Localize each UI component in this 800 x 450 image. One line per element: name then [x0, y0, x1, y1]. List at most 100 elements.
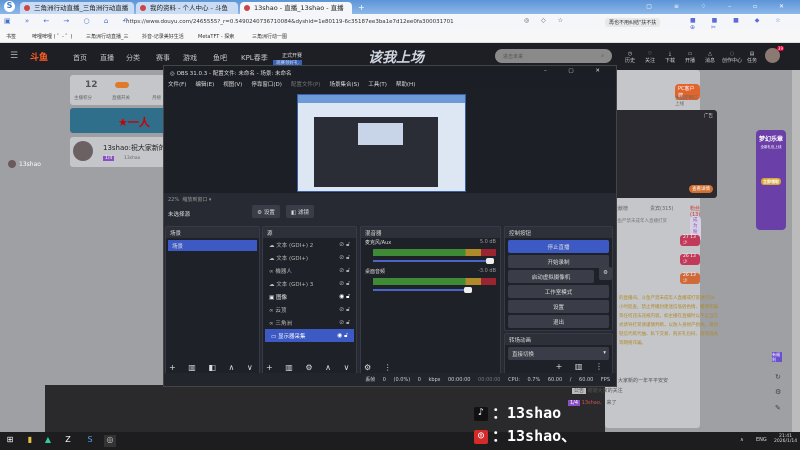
source-item[interactable]: ☁ 文本 (GDI+) 3 ⊘ 🔓︎ — [263, 277, 356, 290]
creator-center-button[interactable]: ◌ 创作中心 — [721, 51, 743, 64]
nav-home[interactable]: 首页 — [73, 53, 87, 63]
obs-preview[interactable] — [164, 89, 616, 193]
hidden-lock-icons[interactable]: ⊘ 🔓︎ — [339, 267, 350, 275]
rank-label[interactable]: 月榜 — [152, 95, 161, 101]
window-controls[interactable]: ▢ ≡ ♢ – ▫ ✕ — [646, 3, 794, 10]
gift-icon[interactable]: ↻ — [775, 373, 781, 381]
nav-fishbar[interactable]: 鱼吧 — [213, 53, 227, 63]
menu-tools[interactable]: 工具(T) — [368, 82, 387, 88]
side-game-ad[interactable]: 梦幻乐章 全新礼包上线 立即领取 — [756, 130, 786, 230]
virtual-camera-settings-icon[interactable]: ⚙ — [599, 267, 612, 280]
virtual-camera-button[interactable]: 启动虚拟摄像机 — [508, 270, 594, 283]
settings-button[interactable]: 设置 — [508, 300, 609, 313]
source-item[interactable]: ∞ 云顶 ⊘ 🔓︎ — [263, 303, 356, 316]
edit-icon[interactable]: ✎ — [775, 404, 781, 412]
douyu-logo[interactable]: 斗鱼 — [30, 50, 48, 63]
promo-label[interactable]: 正式开赛 — [282, 52, 302, 59]
game-ad[interactable]: 广告 查看详情 — [612, 110, 717, 198]
news-ticker[interactable]: 再也不用纠结"扶不扶 — [605, 18, 661, 27]
bookmark[interactable]: 书签 — [6, 33, 16, 40]
menu-scene-collection[interactable]: 场景集合(S) — [329, 82, 359, 88]
studio-mode-button[interactable]: 工作室模式 — [508, 285, 609, 298]
menu-profile[interactable]: 配置文件(P) — [291, 82, 321, 88]
live-toggle[interactable] — [115, 82, 129, 88]
file-explorer-icon[interactable]: ▮ — [24, 435, 36, 447]
visible-lock-icons[interactable]: ◉ 🔓︎ — [337, 332, 348, 340]
download-button[interactable]: ⤓ 下载 — [661, 51, 679, 64]
menu-edit[interactable]: 编辑(E) — [195, 82, 214, 88]
settings-icon[interactable]: ⚙ — [775, 388, 781, 396]
avatar[interactable]: 39 — [765, 46, 784, 63]
extension-icons[interactable]: ■ ■ ■ ◆ ☆ ⊕ ✂ — [690, 17, 800, 31]
source-settings-button[interactable]: ⚙ 设置 — [252, 205, 280, 218]
nav-category[interactable]: 分类 — [126, 53, 140, 63]
tab-13shao[interactable]: 13shao - 直播_13shao - 直播 — [240, 2, 352, 14]
tasks-button[interactable]: ▤ 任务 — [743, 51, 761, 64]
side-username[interactable]: 13shao — [19, 161, 41, 168]
menu-view[interactable]: 视图(V) — [223, 82, 242, 88]
search-icon[interactable]: ⌕ — [601, 53, 604, 59]
ad-details-button[interactable]: 查看详情 — [689, 185, 713, 193]
tab-douyu-delta[interactable]: 三角洲行动直播_三角洲行动直播 — [20, 2, 134, 14]
nav-kpl[interactable]: KPL春季 — [241, 53, 268, 63]
zoom-mode[interactable]: 缩放到窗口 — [182, 197, 207, 203]
bookmark[interactable]: 三角洲行动一图 — [252, 33, 287, 40]
history-button[interactable]: ◷ 历史 — [621, 51, 639, 64]
bookmark[interactable]: 啤哩啤哩 ( ゜- ゜) — [32, 33, 72, 40]
zoom-row[interactable]: 22% 缩放到窗口 ▾ — [168, 196, 211, 203]
scene-toolbar[interactable]: + ▥ ◧ ∧ ∨ — [169, 363, 258, 372]
nav-games[interactable]: 游戏 — [183, 53, 197, 63]
app-icon[interactable]: ▲ — [42, 435, 54, 447]
bookmark[interactable]: 抖音-记录美好生活 — [142, 33, 184, 40]
side-widget[interactable]: 有福利 — [772, 352, 782, 362]
nav-events[interactable]: 赛事 — [156, 53, 170, 63]
page-scrollbar[interactable] — [792, 70, 800, 432]
follow-button[interactable]: ♡ 关注 — [641, 51, 659, 64]
menu-icon[interactable]: ☰ — [10, 51, 18, 61]
streamer-avatar[interactable] — [73, 141, 93, 161]
messages-button[interactable]: △ 消息 — [701, 51, 719, 64]
transition-toolbar[interactable]: + ▥ ⋮ — [505, 362, 612, 371]
tab-vip[interactable]: 贵宾(315) — [650, 205, 673, 212]
mixer-toolbar[interactable]: ⚙ ⋮ — [364, 363, 397, 372]
start-recording-button[interactable]: 开始录制 — [508, 255, 609, 268]
menu-docks[interactable]: 停靠窗口(D) — [251, 82, 282, 88]
visible-lock-icons[interactable]: ◉ 🔓︎ — [339, 293, 350, 301]
obs-window-controls[interactable]: – ▢ ✕ — [544, 68, 610, 74]
source-item[interactable]: ∞ 三角洲 ⊘ 🔓︎ — [263, 316, 356, 329]
source-item[interactable]: ∞ 機器人 ⊘ 🔓︎ — [263, 264, 356, 277]
nav-live[interactable]: 直播 — [100, 53, 114, 63]
source-toolbar[interactable]: + ▥ ⚙ ∧ ∨ — [266, 363, 354, 372]
hidden-lock-icons[interactable]: ⊘ 🔓︎ — [339, 241, 350, 249]
menu-help[interactable]: 帮助(H) — [396, 82, 415, 88]
user-avatar[interactable] — [8, 160, 16, 168]
volume-slider[interactable] — [373, 287, 472, 293]
transition-select[interactable]: 直接切换 ▾ — [508, 347, 609, 360]
obs-icon[interactable]: ◎ — [104, 435, 116, 447]
hidden-lock-icons[interactable]: ⊘ 🔓︎ — [339, 306, 350, 314]
zed-icon[interactable]: Z — [62, 435, 74, 447]
go-live-button[interactable]: ▭ 开播 — [681, 51, 699, 64]
language-indicator[interactable]: ENG — [756, 437, 767, 443]
scene-item[interactable]: 场景 — [168, 240, 257, 251]
exit-button[interactable]: 退出 — [508, 315, 609, 328]
page-action-icons[interactable]: ◎ ◇ ☆ — [524, 17, 568, 24]
side-ad-button[interactable]: 立即领取 — [761, 178, 781, 185]
browser-icon[interactable]: S — [84, 435, 96, 447]
source-item[interactable]: ▣ 图像 ◉ 🔓︎ — [263, 290, 356, 303]
ad-banner[interactable]: ★一人 — [70, 108, 170, 133]
stop-streaming-button[interactable]: 停止直播 — [508, 240, 609, 253]
bookmark[interactable]: MetaTFT - 探索 — [198, 33, 234, 40]
clock[interactable]: 21:41 2026/1/14 — [774, 434, 797, 444]
hidden-lock-icons[interactable]: ⊘ 🔓︎ — [339, 280, 350, 288]
source-item[interactable]: ☁ 文本 (GDI+) ⊘ 🔓︎ — [263, 251, 356, 264]
streamer-name[interactable]: 13shao — [124, 156, 140, 161]
hidden-lock-icons[interactable]: ⊘ 🔓︎ — [339, 319, 350, 327]
nav-buttons[interactable]: ▣ » ← → ○ ⌂ ↶ — [4, 17, 134, 25]
url-input[interactable]: https://www.douyu.com/2465555?_r=0.54902… — [118, 16, 558, 28]
chat-user[interactable]: 13shao、 — [582, 400, 605, 406]
search-input[interactable]: 进击未来 ⌕ — [495, 49, 612, 63]
hidden-lock-icons[interactable]: ⊘ 🔓︎ — [339, 254, 350, 262]
menu-file[interactable]: 文件(F) — [168, 82, 186, 88]
tab-profile[interactable]: 我的资料 - 个人中心 - 斗鱼 — [136, 2, 238, 14]
